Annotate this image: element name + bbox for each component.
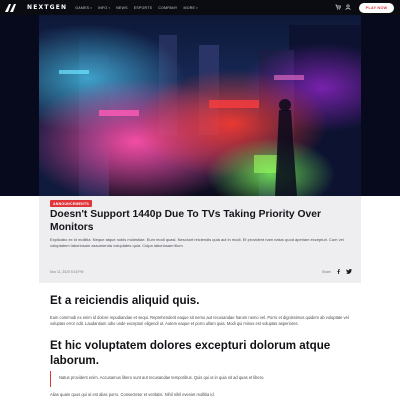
play-now-button[interactable]: PLAY NOW <box>359 2 394 13</box>
main-menu: GAMES ▾ INFO ▾ NEWS ESPORTS COMPANY MORE ▾ <box>75 6 198 10</box>
facebook-icon[interactable] <box>336 268 341 276</box>
article-meta: Nov 11, 2020 5:18 PM Share <box>50 268 352 276</box>
nav-actions: PLAY NOW <box>333 0 400 15</box>
blockquote-text: Natus provident enim. Accusamus libero s… <box>59 375 265 380</box>
blockquote: Natus provident enim. Accusamus libero s… <box>50 371 355 387</box>
top-nav: NEXTGEN GAMES ▾ INFO ▾ NEWS ESPORTS COMPAN… <box>0 0 400 15</box>
menu-item-label: INFO <box>98 5 108 10</box>
chevron-down-icon: ▾ <box>196 5 198 10</box>
menu-item-more[interactable]: MORE ▾ <box>184 6 198 10</box>
menu-item-info[interactable]: INFO ▾ <box>98 6 110 10</box>
article-title: Doesn't Support 1440p Due To TVs Taking … <box>50 209 321 233</box>
chevron-down-icon: ▾ <box>108 5 111 10</box>
body-paragraph-2: Alias quam quos qui ut est alias porro. … <box>50 392 215 397</box>
menu-item-company[interactable]: COMPANY <box>158 6 177 10</box>
article-header-card: ANNOUNCEMENTS Doesn't Support 1440p Due … <box>39 196 361 283</box>
menu-item-games[interactable]: GAMES ▾ <box>75 6 92 10</box>
brand-name[interactable]: NEXTGEN <box>27 4 67 11</box>
menu-item-label: MORE <box>183 5 196 10</box>
share-bar: Share <box>321 268 352 276</box>
section-heading-2: Et hic voluptatem dolores excepturi dolo… <box>50 339 331 367</box>
publish-date: Nov 11, 2020 5:18 PM <box>50 270 84 274</box>
menu-item-label: ESPORTS <box>133 5 153 10</box>
article-excerpt: Explicabo ex id mollitia. Neque atque no… <box>50 237 344 248</box>
menu-item-label: COMPANY <box>158 5 178 10</box>
user-icon[interactable] <box>343 3 353 12</box>
section-heading-1: Et a reiciendis aliquid quis. <box>50 294 200 307</box>
twitter-icon[interactable] <box>346 268 352 276</box>
hero-image <box>0 15 400 196</box>
category-badge[interactable]: ANNOUNCEMENTS <box>50 200 92 207</box>
logo-icon[interactable] <box>5 3 16 12</box>
body-paragraph-1: Eum commodi ex enim id dolore repudianda… <box>50 315 349 327</box>
menu-item-label: NEWS <box>116 5 128 10</box>
chevron-down-icon: ▾ <box>90 5 92 10</box>
menu-item-esports[interactable]: ESPORTS <box>134 6 153 10</box>
menu-item-label: GAMES <box>75 5 90 10</box>
menu-item-news[interactable]: NEWS <box>116 6 128 10</box>
cart-icon[interactable] <box>333 4 343 12</box>
share-label: Share <box>321 270 331 274</box>
